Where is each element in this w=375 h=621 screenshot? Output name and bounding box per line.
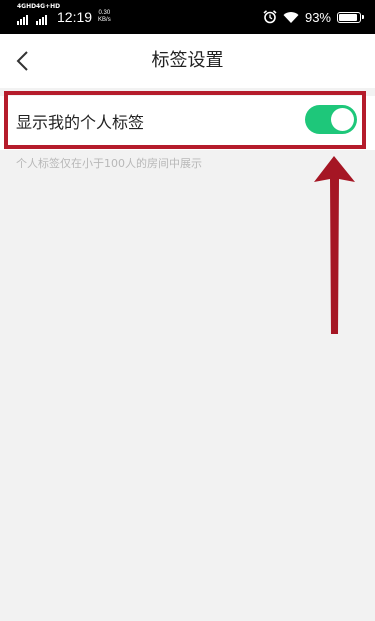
wifi-icon [283,11,299,23]
show-tag-setting-row: 显示我的个人标签 [0,96,375,150]
signal-strength-icon: 4GHD [17,4,36,25]
nav-bar: 标签设置 [0,34,375,88]
network-speed-unit: KB/s [98,17,111,23]
arrow-annotation [314,156,355,334]
alarm-icon [263,10,277,24]
network-speed: 0.30 KB/s [98,10,111,24]
clock: 12:19 [57,9,93,25]
signal-strength-icon: 4G+HD [36,4,60,25]
battery-percent: 93% [304,9,331,25]
network-speed-value: 0.30 [98,10,111,16]
page-title: 标签设置 [151,50,224,71]
signal-label: 4G+HD [36,3,61,10]
signal-label: 4GHD [17,3,37,10]
show-tag-label: 显示我的个人标签 [16,113,145,132]
toggle-knob [331,108,354,131]
hint-text: 个人标签仅在小于100人的房间中展示 [16,157,202,170]
status-bar: 4GHD 4G+HD 12:19 0.30 KB/s 93% [0,0,375,34]
show-tag-toggle[interactable] [305,105,357,134]
battery-icon [337,11,364,23]
